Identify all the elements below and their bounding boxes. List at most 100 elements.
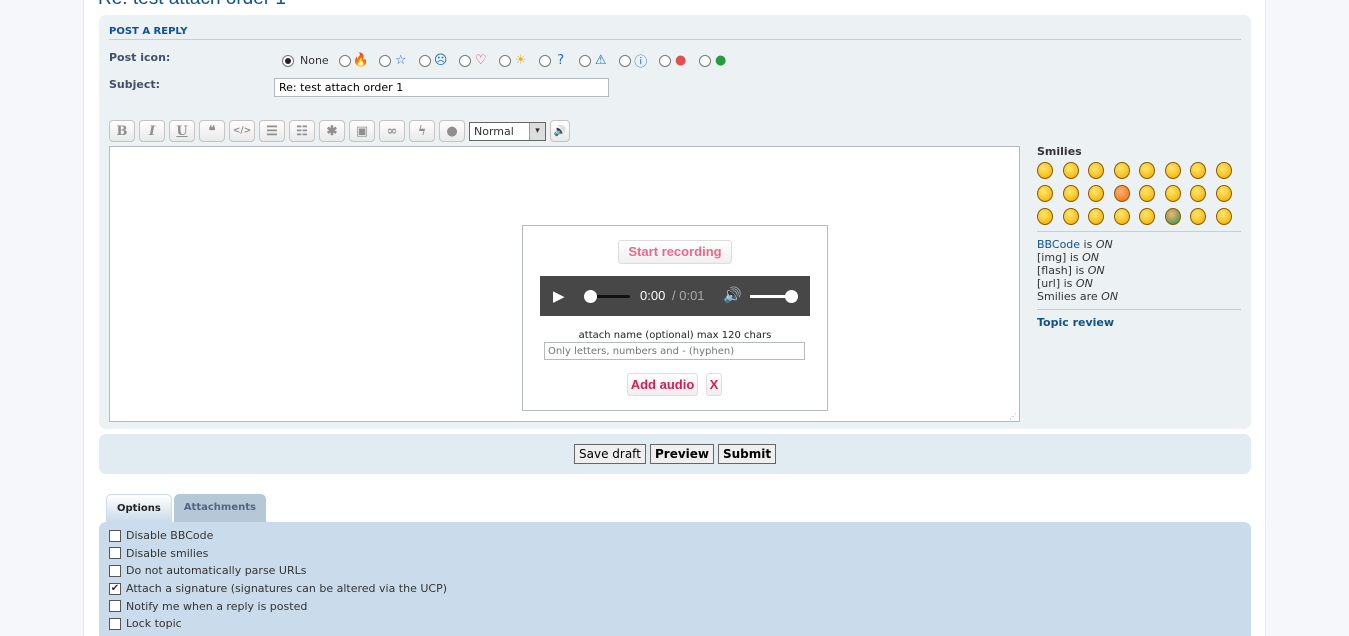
status-on: ON [1075,277,1093,290]
option-row[interactable]: Disable smilies [109,545,1251,563]
smiley-icon[interactable] [1037,162,1053,179]
post-icon-radio[interactable] [378,54,391,67]
smiley-icon[interactable] [1062,162,1079,179]
resize-handle[interactable]: ⋰ [1009,412,1017,421]
remove-audio-button[interactable]: X [706,373,722,396]
post-icon-radio[interactable] [458,54,471,67]
smiley-icon[interactable] [1139,162,1155,179]
smiley-icon[interactable] [1037,185,1053,202]
chevron-down-icon: ▾ [529,122,545,140]
smiley-icon[interactable] [1113,185,1130,202]
option-label: Notify me when a reply is posted [126,599,308,613]
smiley-icon[interactable] [1037,208,1053,225]
post-icon-radio[interactable] [498,54,511,67]
volume-icon[interactable]: 🔊 [723,286,742,304]
post-icon-label: Post icon: [109,51,171,64]
smiley-icon[interactable] [1190,162,1206,179]
post-icon-radio[interactable] [578,54,591,67]
option-label: Do not automatically parse URLs [126,564,307,578]
subject-label: Subject: [109,78,161,91]
post-icon-options: None 🔥 ☆ ☹ ♡ ☀? ⚠ ⓘ ● ● [274,51,729,70]
post-icon-radio[interactable] [658,54,671,67]
preview-button[interactable]: Preview [650,444,715,464]
attach-name-input[interactable] [544,342,805,360]
tab-options[interactable]: Options [106,494,172,522]
ordered-list-button[interactable]: ☷ [289,120,315,142]
smiley-icon[interactable] [1215,208,1232,225]
option-row[interactable]: Do not automatically parse URLs [109,562,1251,580]
quote-button[interactable]: ❝ [199,120,225,142]
message-textarea[interactable]: Start recording ▶ 0:00 / 0:01 🔊 attach n… [109,146,1020,422]
post-icon-none-label: None [300,54,329,67]
smiley-icon[interactable] [1088,208,1104,225]
audio-button[interactable]: 🔊 [550,120,570,142]
post-icon-radio[interactable] [418,54,431,67]
volume-handle[interactable] [785,290,798,303]
font-size-value: Normal [474,124,514,138]
option-checkbox[interactable] [109,600,121,613]
option-checkbox[interactable] [109,529,121,542]
tab-attachments[interactable]: Attachments [173,494,266,522]
option-checkbox[interactable] [109,564,121,577]
post-icon-radio[interactable] [538,54,551,67]
smiley-icon[interactable] [1164,185,1181,202]
smiley-icon[interactable] [1088,162,1104,179]
status-on: ON [1095,238,1113,251]
smiley-icon[interactable] [1215,185,1232,202]
option-row[interactable]: Lock topic [109,615,1251,633]
sad-icon: ☹ [433,53,448,68]
italic-button[interactable]: I [139,120,165,142]
subject-input[interactable] [274,78,609,97]
topic-review-link[interactable]: Topic review [1037,316,1241,329]
smiley-icon[interactable] [1164,208,1181,225]
smiley-icon[interactable] [1113,208,1130,225]
list-button[interactable]: ☰ [259,120,285,142]
bbcode-link[interactable]: BBCode [1037,238,1080,251]
smiley-icon[interactable] [1190,185,1206,202]
url-status: [url] is [1037,277,1076,290]
option-row[interactable]: Notify me when a reply is posted [109,597,1251,615]
option-checkbox[interactable] [109,617,121,630]
bold-button[interactable]: B [109,120,135,142]
play-icon[interactable]: ▶ [553,287,565,305]
underline-button[interactable]: U [169,120,195,142]
total-time: / 0:01 [672,288,705,303]
smilies-status: Smilies are [1037,290,1102,303]
smiley-icon[interactable] [1139,185,1155,202]
star-icon: ☆ [394,53,407,68]
option-checkbox[interactable] [109,547,121,560]
list-item-button[interactable]: ✱ [319,120,345,142]
option-row[interactable]: Disable BBCode [109,527,1251,545]
option-tabs: Options Attachments [106,494,266,522]
smiley-icon[interactable] [1215,162,1232,179]
font-size-select[interactable]: Normal ▾ [469,121,546,141]
start-recording-button[interactable]: Start recording [618,240,732,264]
save-draft-button[interactable]: Save draft [574,444,646,464]
option-checkbox[interactable]: ✔ [109,582,121,595]
img-status: [img] is [1037,251,1083,264]
smiley-icon[interactable] [1164,162,1181,179]
submit-button[interactable]: Submit [718,444,777,464]
smiley-icon[interactable] [1088,185,1104,202]
option-label: Disable smilies [126,546,209,560]
color-button[interactable]: ● [439,120,465,142]
smiley-icon[interactable] [1113,162,1130,179]
smiley-icon[interactable] [1062,208,1079,225]
post-icon-radio[interactable] [282,54,294,67]
code-button[interactable]: </> [229,120,255,142]
post-icon-radio[interactable] [698,54,711,67]
post-icon-radio[interactable] [338,54,351,67]
options-panel: Disable BBCode Disable smilies Do not auto… [99,522,1251,636]
add-audio-button[interactable]: Add audio [627,373,698,396]
option-row[interactable]: ✔ Attach a signature (signatures can be a… [109,580,1251,598]
post-icon-radio[interactable] [618,54,631,67]
flash-button[interactable]: ϟ [409,120,435,142]
flash-status: [flash] is [1037,264,1088,277]
smiley-icon[interactable] [1139,208,1155,225]
smiley-icon[interactable] [1190,208,1206,225]
smiley-icon[interactable] [1062,185,1079,202]
seek-handle[interactable] [584,290,597,303]
image-button[interactable]: ▣ [349,120,375,142]
link-button[interactable]: ∞ [379,120,405,142]
audio-player: ▶ 0:00 / 0:01 🔊 [540,276,810,316]
